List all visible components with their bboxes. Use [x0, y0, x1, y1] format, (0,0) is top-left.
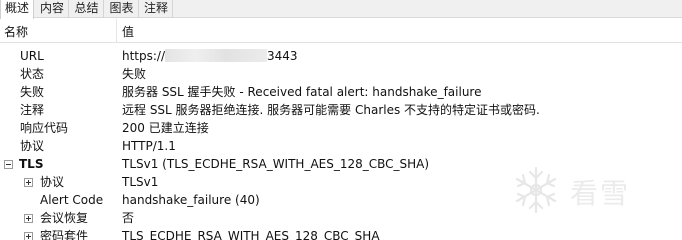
table-row[interactable]: 状态 失败	[0, 65, 682, 83]
row-value: 否	[122, 211, 135, 225]
row-value: TLS_ECDHE_RSA_WITH_AES_128_CBC_SHA	[122, 229, 380, 240]
watermark-logo: 看雪	[508, 162, 678, 218]
url-port: 3443	[267, 49, 298, 63]
table-row[interactable]: 失败 服务器 SSL 握手失败 - Received fatal alert: …	[0, 83, 682, 101]
table-row[interactable]: 响应代码 200 已建立连接	[0, 119, 682, 137]
redacted-host	[165, 49, 268, 62]
row-key: 响应代码	[20, 121, 69, 135]
row-value: TLSv1 (TLS_ECDHE_RSA_WITH_AES_128_CBC_SH…	[122, 157, 430, 171]
column-header-name[interactable]: 名称	[4, 19, 28, 43]
tab-bar: 概述 内容 总结 图表 注释	[0, 0, 682, 19]
row-key: 密码套件	[40, 229, 89, 240]
row-key: Alert Code	[40, 193, 104, 207]
table-row[interactable]: 注释 远程 SSL 服务器拒绝连接. 服务器可能需要 Charles 不支持的特…	[0, 101, 682, 119]
row-value-url: https:// 3443	[122, 47, 298, 65]
row-key: TLS	[19, 157, 44, 171]
url-prefix: https://	[122, 49, 166, 63]
column-header-value[interactable]: 值	[122, 19, 134, 43]
table-row[interactable]: URL https:// 3443	[0, 47, 682, 65]
table-row[interactable]: 协议 HTTP/1.1	[0, 137, 682, 155]
row-value: 200 已建立连接	[122, 121, 209, 135]
watermark-text: 看雪	[570, 177, 631, 210]
row-key: 会议恢复	[40, 211, 89, 225]
row-value: HTTP/1.1	[122, 139, 176, 153]
tab-summary[interactable]: 总结	[70, 0, 104, 18]
column-divider[interactable]	[116, 19, 117, 43]
row-key: 状态	[20, 67, 45, 81]
row-key: 注释	[20, 103, 45, 117]
tab-overview[interactable]: 概述	[0, 0, 34, 19]
row-value: 远程 SSL 服务器拒绝连接. 服务器可能需要 Charles 不支持的特定证书…	[122, 103, 540, 117]
row-key: 协议	[20, 139, 45, 153]
collapse-icon[interactable]	[4, 160, 13, 169]
row-key: 失败	[20, 85, 45, 99]
expand-icon[interactable]	[24, 214, 33, 223]
row-value: TLSv1	[122, 175, 159, 189]
row-value: handshake_failure (40)	[122, 193, 260, 207]
row-value: 服务器 SSL 握手失败 - Received fatal alert: han…	[122, 85, 482, 99]
row-value: 失败	[122, 67, 147, 81]
tab-notes[interactable]: 注释	[140, 0, 173, 18]
tab-contents[interactable]: 内容	[36, 0, 69, 18]
row-key: URL	[20, 49, 44, 63]
tab-chart[interactable]: 图表	[105, 0, 139, 18]
snowflake-icon	[515, 166, 557, 214]
column-header: 名称 值	[0, 19, 682, 43]
expand-icon[interactable]	[24, 178, 33, 187]
expand-icon[interactable]	[24, 232, 33, 240]
table-row[interactable]: 密码套件 TLS_ECDHE_RSA_WITH_AES_128_CBC_SHA	[0, 227, 682, 240]
row-key: 协议	[40, 175, 65, 189]
